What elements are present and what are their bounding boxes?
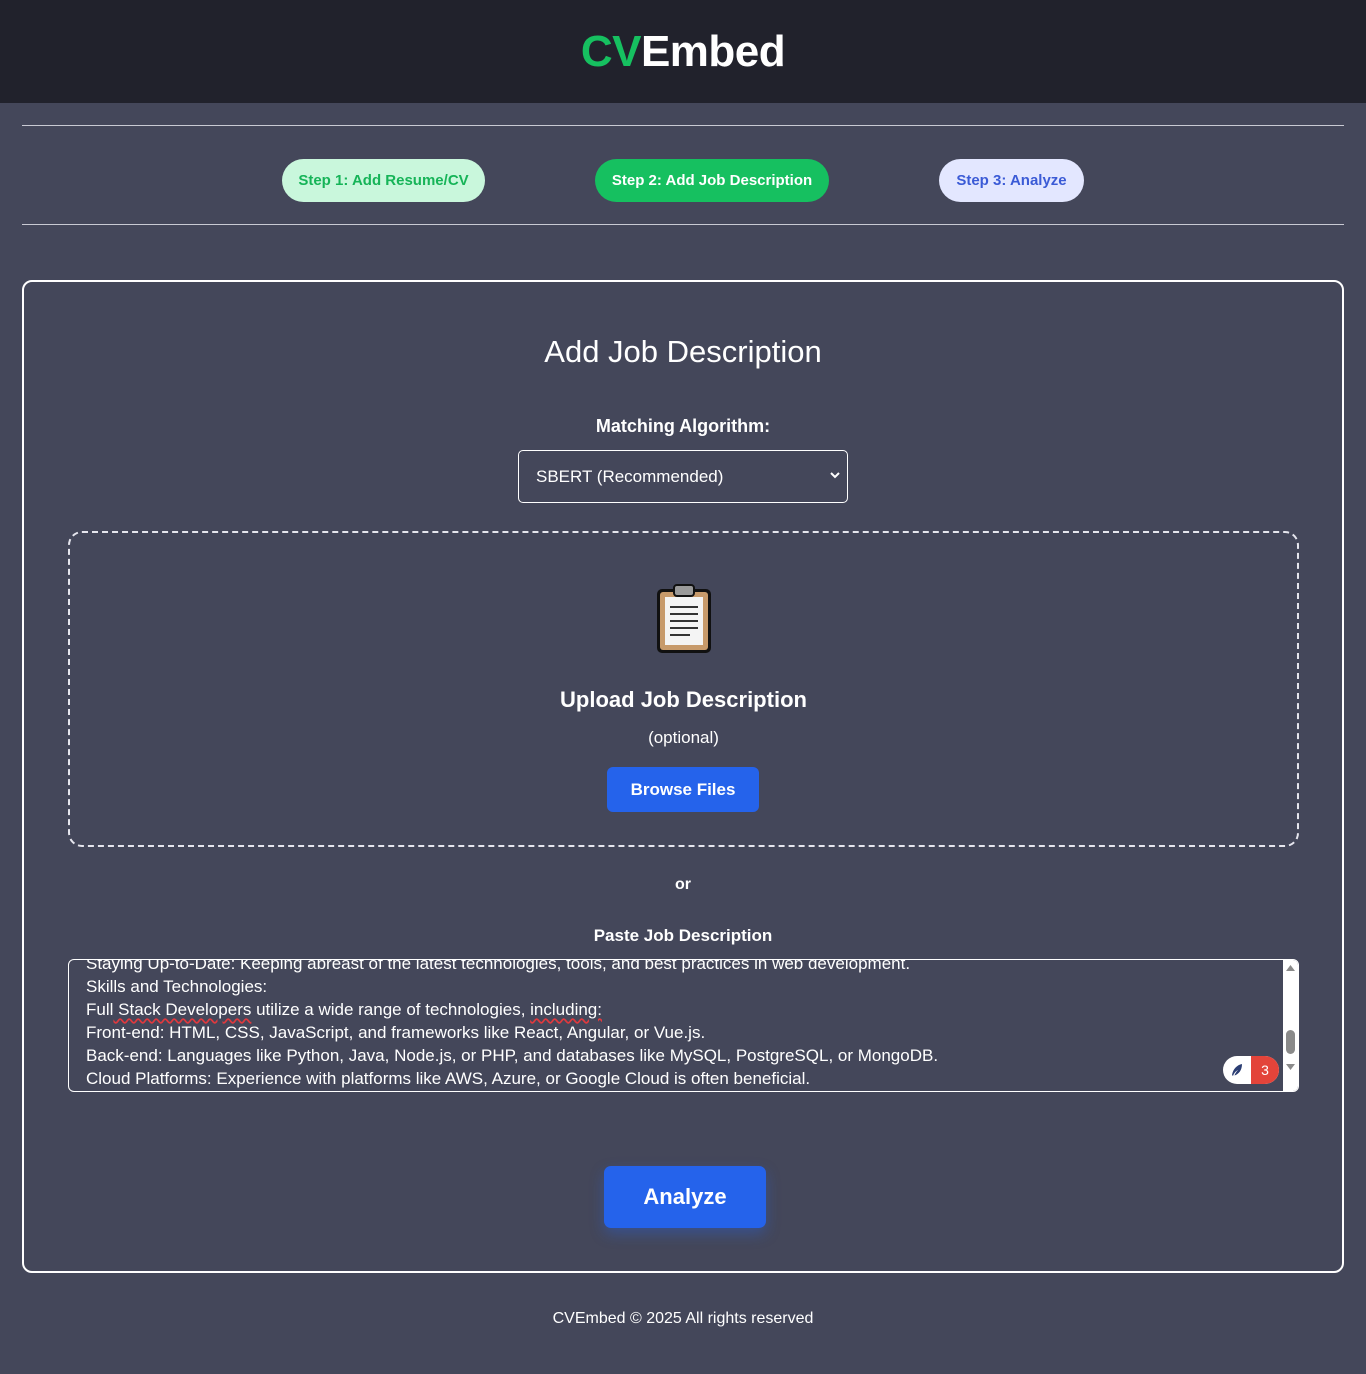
algorithm-label: Matching Algorithm: <box>595 416 771 436</box>
grammar-checker-badge[interactable]: 3 <box>1223 1056 1279 1084</box>
job-description-textarea[interactable]: Staying Up-to-Date: Keeping abreast of t… <box>68 959 1299 1092</box>
brand-logo[interactable]: CVEmbed <box>580 26 786 77</box>
footer-text: CVEmbed © 2025 All rights reserved <box>552 1310 814 1327</box>
clipboard-icon <box>657 584 711 653</box>
step-add-resume[interactable]: Step 1: Add Resume/CV <box>282 159 485 202</box>
feather-icon <box>1223 1056 1251 1084</box>
textarea-line: Back-end: Languages like Python, Java, N… <box>86 1046 939 1065</box>
upload-dropzone[interactable]: Upload Job Description (optional) Browse… <box>68 531 1299 847</box>
textarea-line: Full Stack Developers utilize a wide ran… <box>86 998 1278 1021</box>
upload-subtitle: (optional) <box>648 728 719 747</box>
step-add-job-description[interactable]: Step 2: Add Job Description <box>595 159 829 202</box>
textarea-scrollbar[interactable] <box>1283 960 1298 1091</box>
spellcheck-flag[interactable]: Stack Developers <box>113 1000 251 1019</box>
step-analyze[interactable]: Step 3: Analyze <box>939 159 1084 202</box>
algorithm-select[interactable]: SBERT (Recommended) <box>518 450 848 503</box>
line-fragment: utilize a wide range of technologies, <box>251 1000 531 1019</box>
steps-nav: Step 1: Add Resume/CV Step 2: Add Job De… <box>22 125 1344 225</box>
scroll-down-icon[interactable] <box>1286 1064 1295 1071</box>
spellcheck-flag[interactable]: including: <box>530 1000 602 1019</box>
scroll-up-icon[interactable] <box>1286 964 1295 971</box>
top-bar: CVEmbed <box>0 0 1366 103</box>
algorithm-selected-value: SBERT (Recommended) <box>536 466 724 486</box>
grammar-issue-count: 3 <box>1251 1056 1279 1084</box>
brand-prefix: CV <box>580 26 642 76</box>
job-description-card: Add Job Description Matching Algorithm: … <box>22 280 1344 1273</box>
line-fragment: Full <box>86 1000 114 1019</box>
upload-title: Upload Job Description <box>560 687 807 712</box>
textarea-content: Staying Up-to-Date: Keeping abreast of t… <box>86 959 1278 1090</box>
page-title: Add Job Description <box>544 334 822 369</box>
brand-suffix: Embed <box>640 26 786 76</box>
browse-files-button[interactable]: Browse Files <box>607 767 759 812</box>
textarea-line: Skills and Technologies: <box>86 977 268 996</box>
analyze-button[interactable]: Analyze <box>604 1166 766 1228</box>
paste-label: Paste Job Description <box>593 926 773 945</box>
scrollbar-thumb[interactable] <box>1286 1030 1295 1054</box>
textarea-line: Cloud Platforms: Experience with platfor… <box>86 1069 811 1088</box>
chevron-down-icon <box>830 472 840 479</box>
or-divider: or <box>675 876 691 893</box>
textarea-line: Staying Up-to-Date: Keeping abreast of t… <box>86 959 911 973</box>
textarea-line: Front-end: HTML, CSS, JavaScript, and fr… <box>86 1023 706 1042</box>
